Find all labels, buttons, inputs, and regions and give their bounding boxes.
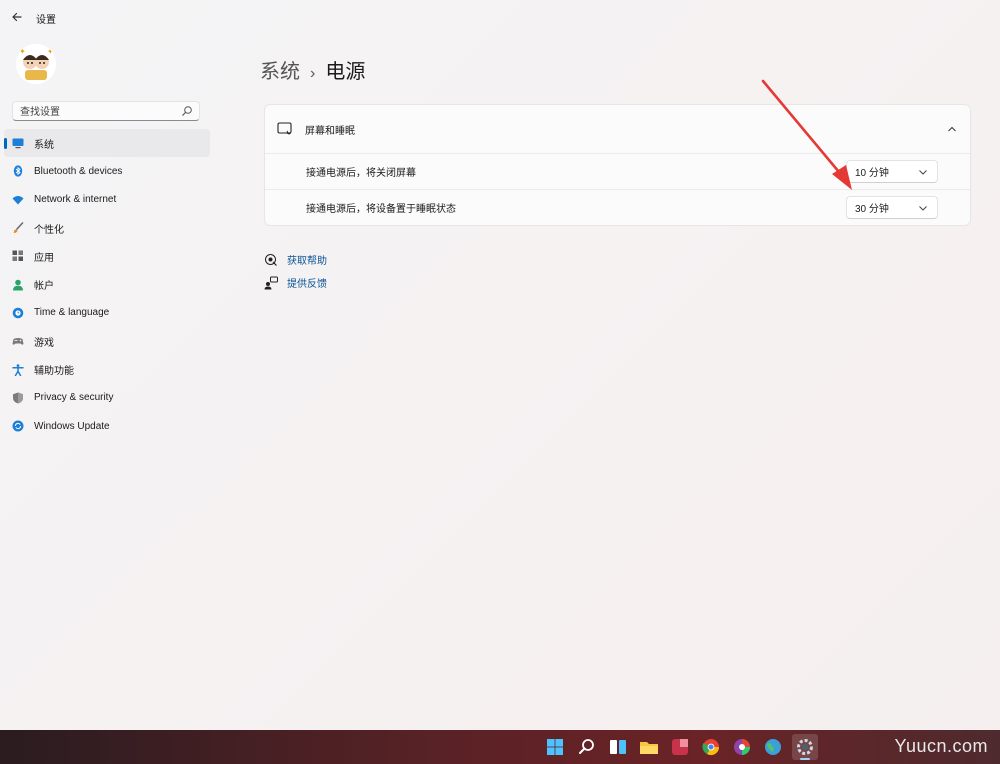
sidebar-item-label: 应用 [34, 252, 54, 264]
sidebar-item-system[interactable]: 系统 [4, 129, 210, 158]
get-help-label: 获取帮助 [287, 256, 327, 267]
sleep-dropdown[interactable]: 30 分钟 [846, 196, 938, 219]
search-input[interactable] [13, 103, 173, 122]
update-icon [12, 420, 24, 432]
screen-off-label: 接通电源后，将关闭屏幕 [306, 168, 416, 179]
sidebar-item-label: 系统 [34, 139, 54, 151]
taskbar: Yuucn.com [0, 730, 1000, 764]
settings-gear-icon[interactable] [792, 734, 818, 760]
help-icon [265, 253, 277, 266]
search-icon[interactable] [577, 737, 597, 757]
sidebar-item-label: Windows Update [34, 420, 110, 432]
avatar[interactable]: ✦ ✦ [16, 44, 56, 84]
app-icon[interactable] [670, 737, 690, 757]
chevron-down-icon [919, 170, 927, 175]
card-title: 屏幕和睡眠 [305, 125, 355, 137]
screen-sleep-header[interactable]: 屏幕和睡眠 [265, 105, 970, 153]
globe-clock-icon [12, 307, 24, 319]
breadcrumb: 系统 › 电源 [260, 55, 365, 84]
page-title: 电源 [325, 61, 366, 83]
help-links: 获取帮助 提供反馈 [264, 248, 327, 294]
sidebar-item-gaming[interactable]: 游戏 [4, 327, 210, 355]
sidebar-item-label: 游戏 [34, 337, 54, 349]
watermark: Yuucn.com [894, 736, 988, 756]
bluetooth-icon [13, 165, 23, 178]
sidebar-item-label: Privacy & security [34, 392, 114, 404]
breadcrumb-parent[interactable]: 系统 [260, 61, 300, 83]
brush-icon [13, 222, 24, 234]
sidebar-item-bluetooth[interactable]: Bluetooth & devices [4, 157, 210, 185]
search-icon[interactable] [181, 105, 193, 117]
windows-start-icon[interactable] [545, 737, 565, 757]
avatar-image: ✦ ✦ [16, 44, 56, 84]
sidebar-item-apps[interactable]: 应用 [4, 242, 210, 270]
annotation-arrow [761, 79, 852, 190]
chrome-icon[interactable] [701, 737, 721, 757]
sidebar-item-privacy[interactable]: Privacy & security [4, 384, 210, 412]
file-explorer-icon[interactable] [639, 737, 659, 757]
sleep-value: 30 分钟 [855, 204, 889, 215]
screen-sleep-icon [277, 122, 292, 135]
screen-sleep-card: 屏幕和睡眠 接通电源后，将关闭屏幕 10 分钟 接通电源后，将设备置于睡眠状态 … [264, 104, 971, 226]
title-bar: 设置 [0, 0, 1000, 34]
browser-icon[interactable] [732, 737, 752, 757]
network-globe-icon[interactable] [763, 737, 783, 757]
sidebar-item-label: 帐户 [34, 281, 54, 293]
chevron-up-icon[interactable] [946, 123, 958, 135]
sidebar-item-personalization[interactable]: 个性化 [4, 214, 210, 242]
breadcrumb-separator: › [310, 65, 316, 82]
svg-text:✦: ✦ [19, 47, 26, 56]
sidebar-item-network[interactable]: Network & internet [4, 186, 210, 214]
get-help-link[interactable]: 获取帮助 [264, 248, 327, 271]
sidebar-item-time-language[interactable]: Time & language [4, 299, 210, 327]
sidebar-item-accounts[interactable]: 帐户 [4, 270, 210, 298]
app-title: 设置 [36, 15, 56, 26]
feedback-link[interactable]: 提供反馈 [264, 271, 327, 294]
sleep-row: 接通电源后，将设备置于睡眠状态 30 分钟 [265, 189, 970, 225]
sleep-label: 接通电源后，将设备置于睡眠状态 [306, 204, 456, 215]
wifi-icon [12, 195, 24, 205]
screen-off-value: 10 分钟 [855, 168, 889, 179]
sidebar-item-windows-update[interactable]: Windows Update [4, 412, 210, 440]
task-view-icon[interactable] [608, 737, 628, 757]
sidebar-item-label: 个性化 [34, 224, 64, 236]
sidebar-item-label: 辅助功能 [34, 366, 74, 378]
feedback-label: 提供反馈 [287, 279, 327, 290]
apps-icon [12, 250, 23, 262]
monitor-icon [12, 138, 24, 149]
chevron-down-icon [919, 206, 927, 211]
accessibility-icon [12, 363, 24, 376]
screen-off-row: 接通电源后，将关闭屏幕 10 分钟 [265, 153, 970, 189]
person-icon [13, 279, 23, 291]
gamepad-icon [12, 338, 24, 345]
shield-icon [13, 392, 23, 404]
sidebar-nav: 系统 Bluetooth & devices Network & interne… [4, 129, 210, 440]
sidebar-item-label: Time & language [34, 307, 110, 319]
sidebar-item-accessibility[interactable]: 辅助功能 [4, 355, 210, 383]
search-box[interactable] [12, 101, 200, 122]
sidebar-item-label: Network & internet [34, 194, 117, 206]
feedback-icon [264, 276, 278, 289]
back-arrow-icon[interactable] [8, 8, 26, 26]
svg-text:✦: ✦ [47, 47, 54, 56]
sidebar-item-label: Bluetooth & devices [34, 165, 123, 177]
